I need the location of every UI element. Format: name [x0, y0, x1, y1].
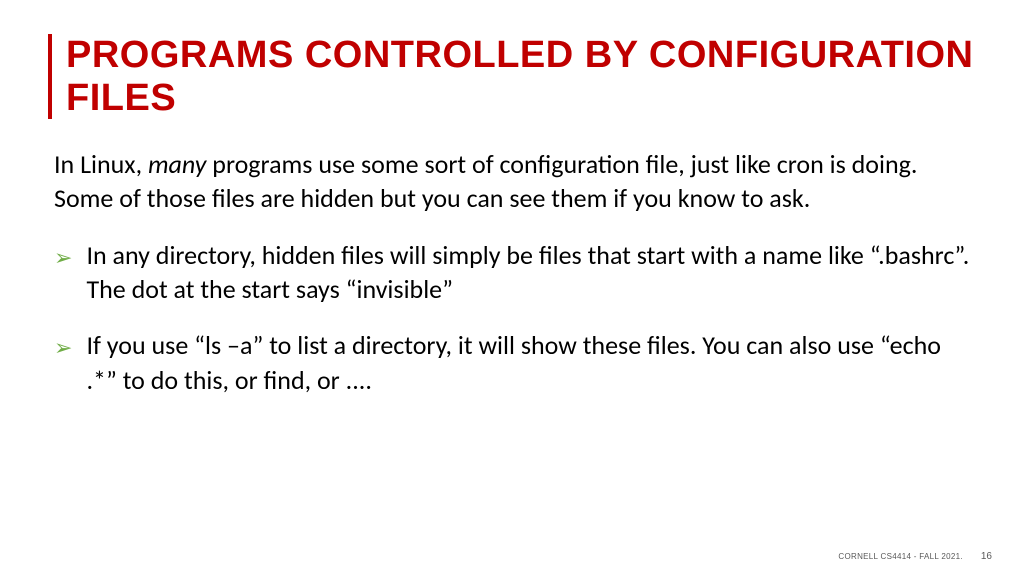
title-accent-bar	[48, 34, 52, 119]
slide-title: PROGRAMS CONTROLLED BY CONFIGURATION FIL…	[66, 34, 976, 119]
intro-paragraph: In Linux, many programs use some sort of…	[48, 147, 976, 216]
slide: PROGRAMS CONTROLLED BY CONFIGURATION FIL…	[0, 0, 1024, 576]
bullet-item: ➢ In any directory, hidden files will si…	[48, 238, 976, 307]
chevron-right-icon: ➢	[54, 333, 72, 362]
bullet-item: ➢ If you use “ls –a” to list a directory…	[48, 328, 976, 397]
slide-footer: CORNELL CS4414 - FALL 2021. 16	[838, 551, 992, 562]
slide-body: In Linux, many programs use some sort of…	[48, 147, 976, 397]
footer-page-number: 16	[981, 551, 992, 562]
bullet-text: In any directory, hidden files will simp…	[86, 238, 976, 307]
intro-text-pre: In Linux,	[54, 148, 148, 180]
intro-emphasis: many	[148, 148, 206, 180]
bullet-text: If you use “ls –a” to list a directory, …	[86, 328, 976, 397]
title-block: PROGRAMS CONTROLLED BY CONFIGURATION FIL…	[48, 34, 976, 119]
footer-course: CORNELL CS4414 - FALL 2021.	[838, 552, 962, 561]
chevron-right-icon: ➢	[54, 243, 72, 272]
